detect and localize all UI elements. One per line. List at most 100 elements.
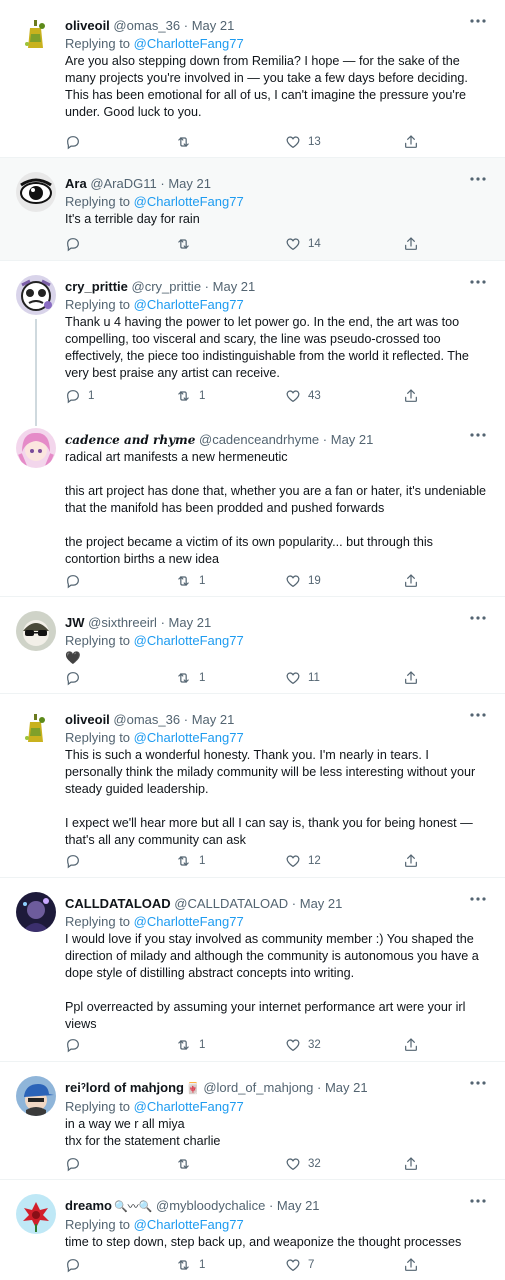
user-handle[interactable]: @mybloodychalice xyxy=(156,1198,265,1213)
like-button[interactable]: 12 xyxy=(285,852,321,870)
reply-button[interactable] xyxy=(65,669,88,687)
more-options-icon[interactable] xyxy=(469,1194,487,1208)
user-handle[interactable]: @lord_of_mahjong xyxy=(203,1080,313,1095)
retweet-button[interactable] xyxy=(175,133,199,151)
reply-tweet[interactable]: oliveoil @omas_36 · May 21 Replying to @… xyxy=(0,694,505,878)
anime-eye-avatar[interactable] xyxy=(16,172,56,212)
display-name[interactable]: dreamo xyxy=(65,1198,112,1213)
retweet-button[interactable] xyxy=(175,235,199,253)
replying-to-label: Replying to xyxy=(65,914,131,929)
more-options-icon[interactable] xyxy=(469,892,487,906)
timestamp[interactable]: May 21 xyxy=(213,279,256,294)
more-options-icon[interactable] xyxy=(469,611,487,625)
display-name[interactable]: cadence and rhyme xyxy=(65,433,195,447)
timestamp[interactable]: May 21 xyxy=(192,18,235,33)
share-button[interactable] xyxy=(403,669,419,687)
reply-tweet[interactable]: dreamo 🔍〰🔍 @mybloodychalice · May 21 Repl… xyxy=(0,1180,505,1280)
like-button[interactable]: 32 xyxy=(285,1155,321,1173)
user-handle[interactable]: @CALLDATALOAD xyxy=(174,896,288,911)
retweet-button[interactable]: 1 xyxy=(175,387,205,405)
retweet-button[interactable]: 1 xyxy=(175,572,205,590)
olive-bottle-avatar[interactable] xyxy=(16,14,56,54)
like-button[interactable]: 7 xyxy=(285,1256,314,1274)
display-name[interactable]: reiˀlord of mahjong xyxy=(65,1080,184,1095)
mention-link[interactable]: @CharlotteFang77 xyxy=(134,297,244,312)
reply-button[interactable] xyxy=(65,1155,88,1173)
blue-cap-avatar[interactable] xyxy=(16,1076,56,1116)
reply-tweet[interactable]: JW @sixthreeirl · May 21 Replying to @Ch… xyxy=(0,597,505,694)
mention-link[interactable]: @CharlotteFang77 xyxy=(134,914,244,929)
more-options-icon[interactable] xyxy=(469,1076,487,1090)
like-button[interactable]: 32 xyxy=(285,1036,321,1054)
more-options-icon[interactable] xyxy=(469,172,487,186)
timestamp[interactable]: May 21 xyxy=(192,712,235,727)
reply-button[interactable]: 1 xyxy=(65,387,94,405)
display-name[interactable]: oliveoil xyxy=(65,18,110,33)
reply-button[interactable] xyxy=(65,133,88,151)
timestamp[interactable]: May 21 xyxy=(277,1198,320,1213)
mention-link[interactable]: @CharlotteFang77 xyxy=(134,36,244,51)
retweet-button[interactable] xyxy=(175,1155,199,1173)
display-name[interactable]: CALLDATALOAD xyxy=(65,896,171,911)
reply-button[interactable] xyxy=(65,852,88,870)
reply-tweet[interactable]: cry_prittie @cry_prittie · May 21 Replyi… xyxy=(0,261,505,414)
like-button[interactable]: 19 xyxy=(285,572,321,590)
share-button[interactable] xyxy=(403,235,419,253)
display-name[interactable]: cry_prittie xyxy=(65,279,128,294)
olive-bottle-avatar[interactable] xyxy=(16,708,56,748)
user-handle[interactable]: @omas_36 xyxy=(113,18,180,33)
user-handle[interactable]: @sixthreeirl xyxy=(88,615,157,630)
reply-tweet[interactable]: reiˀlord of mahjong 🀄 @lord_of_mahjong · … xyxy=(0,1062,505,1180)
mention-link[interactable]: @CharlotteFang77 xyxy=(134,194,244,209)
user-handle[interactable]: @cadenceandrhyme xyxy=(199,432,319,447)
like-button[interactable]: 14 xyxy=(285,235,321,253)
reply-button[interactable] xyxy=(65,235,88,253)
share-button[interactable] xyxy=(403,133,419,151)
share-button[interactable] xyxy=(403,387,419,405)
reply-tweet[interactable]: CALLDATALOAD @CALLDATALOAD · May 21 Repl… xyxy=(0,878,505,1062)
share-button[interactable] xyxy=(403,572,419,590)
reply-button[interactable] xyxy=(65,1256,88,1274)
mention-link[interactable]: @CharlotteFang77 xyxy=(134,633,244,648)
reply-tweet[interactable]: cadence and rhyme @cadenceandrhyme · May… xyxy=(0,414,505,597)
retweet-button[interactable]: 1 xyxy=(175,852,205,870)
like-button[interactable]: 13 xyxy=(285,133,321,151)
timestamp[interactable]: May 21 xyxy=(168,176,211,191)
user-handle[interactable]: @AraDG11 xyxy=(90,176,156,191)
share-button[interactable] xyxy=(403,1256,419,1274)
more-options-icon[interactable] xyxy=(469,275,487,289)
share-button[interactable] xyxy=(403,1036,419,1054)
sunglasses-avatar[interactable] xyxy=(16,611,56,651)
more-options-icon[interactable] xyxy=(469,428,487,442)
like-button[interactable]: 43 xyxy=(285,387,321,405)
more-options-icon[interactable] xyxy=(469,14,487,28)
share-button[interactable] xyxy=(403,1155,419,1173)
mention-link[interactable]: @CharlotteFang77 xyxy=(134,1217,244,1232)
display-name[interactable]: Ara xyxy=(65,176,87,191)
mention-link[interactable]: @CharlotteFang77 xyxy=(134,1099,244,1114)
dark-portrait-avatar[interactable] xyxy=(16,892,56,932)
timestamp[interactable]: May 21 xyxy=(325,1080,368,1095)
crying-face-avatar[interactable] xyxy=(16,275,56,315)
timestamp[interactable]: May 21 xyxy=(300,896,343,911)
reply-tweet[interactable]: oliveoil @omas_36 · May 21 Replying to @… xyxy=(0,0,505,158)
retweet-icon xyxy=(178,576,189,586)
display-name[interactable]: JW xyxy=(65,615,85,630)
reply-button[interactable] xyxy=(65,1036,88,1054)
retweet-button[interactable]: 1 xyxy=(175,1256,205,1274)
retweet-button[interactable]: 1 xyxy=(175,1036,205,1054)
reply-tweet[interactable]: Ara @AraDG11 · May 21 Replying to @Charl… xyxy=(0,158,505,261)
share-button[interactable] xyxy=(403,852,419,870)
red-flower-avatar[interactable] xyxy=(16,1194,56,1234)
reply-button[interactable] xyxy=(65,572,88,590)
mention-link[interactable]: @CharlotteFang77 xyxy=(134,730,244,745)
timestamp[interactable]: May 21 xyxy=(331,432,374,447)
more-options-icon[interactable] xyxy=(469,708,487,722)
user-handle[interactable]: @omas_36 xyxy=(113,712,180,727)
pink-hair-avatar[interactable] xyxy=(16,428,56,468)
like-button[interactable]: 11 xyxy=(285,669,320,687)
timestamp[interactable]: May 21 xyxy=(169,615,212,630)
retweet-button[interactable]: 1 xyxy=(175,669,205,687)
user-handle[interactable]: @cry_prittie xyxy=(132,279,202,294)
display-name[interactable]: oliveoil xyxy=(65,712,110,727)
